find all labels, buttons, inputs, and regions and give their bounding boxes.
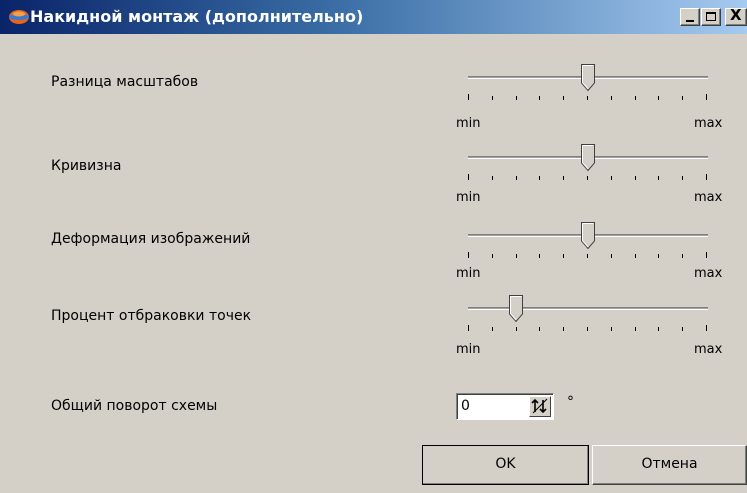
slider-tick [587,176,588,180]
slider-tick [634,254,636,258]
slider-track[interactable] [468,307,708,310]
slider-tick [539,254,541,258]
degree-unit: ° [567,394,574,410]
slider-tick [634,176,636,180]
minimize-button[interactable] [680,8,700,26]
slider-tick [515,96,517,100]
close-button[interactable]: X [725,8,747,26]
window-title: Накидной монтаж (дополнительно) [30,7,364,26]
slider-tick [491,254,493,258]
curvature-max: max [694,190,723,205]
slider-tick [610,327,612,331]
curvature-min: min [456,190,481,205]
point-rejection-max: max [694,342,723,357]
image-deformation-slider[interactable] [468,222,713,268]
image-deformation-max: max [694,266,723,281]
slider-tick [563,96,565,100]
scale-difference-label: Разница масштабов [51,74,199,90]
slider-tick [539,176,541,180]
slider-tick [658,96,660,100]
slider-tick [468,174,469,180]
slider-tick [468,325,469,331]
slider-tick [658,176,660,180]
slider-tick [682,327,684,331]
scale-difference-max: max [694,116,723,131]
slider-thumb[interactable] [509,295,523,323]
slider-tick [658,254,660,258]
slider-tick [682,254,684,258]
slider-thumb[interactable] [581,64,595,92]
slider-tick [587,96,588,100]
mosaic-app-icon [9,10,29,24]
slider-tick [563,176,565,180]
curvature-label: Кривизна [51,158,122,174]
slider-tick [610,176,612,180]
slider-tick [634,96,636,100]
slider-tick [706,252,707,258]
slider-tick [515,254,517,258]
slider-tick [610,254,612,258]
point-rejection-slider[interactable] [468,295,713,341]
slider-tick [706,94,707,100]
slider-tick [468,94,469,100]
rotation-spinbox[interactable]: 0 [456,393,554,420]
minimize-icon [686,20,694,22]
image-deformation-label: Деформация изображений [51,231,251,247]
slider-tick [563,254,565,258]
slider-tick [634,327,636,331]
slider-tick [706,174,707,180]
slider-tick [515,176,517,180]
spin-arrows-icon [531,398,548,414]
rotation-label: Общий поворот схемы [51,398,218,414]
slider-tick [706,325,707,331]
slider-tick [539,96,541,100]
point-rejection-min: min [456,342,481,357]
image-deformation-min: min [456,266,481,281]
ok-button[interactable]: OK [422,445,589,485]
scale-difference-min: min [456,116,481,131]
slider-tick [587,327,588,331]
scale-difference-slider[interactable] [468,64,713,110]
cancel-button[interactable]: Отмена [592,445,747,485]
slider-tick [491,327,493,331]
slider-tick [610,96,612,100]
slider-tick [539,327,541,331]
maximize-icon [706,12,716,21]
maximize-button[interactable] [701,8,721,26]
slider-tick [587,254,588,258]
slider-tick [491,96,493,100]
slider-tick [515,327,517,331]
slider-tick [682,96,684,100]
spin-up-down-button[interactable] [529,396,551,417]
slider-tick [491,176,493,180]
slider-tick [658,327,660,331]
point-rejection-label: Процент отбраковки точек [51,308,252,324]
slider-tick [563,327,565,331]
slider-tick [468,252,469,258]
title-bar[interactable]: Накидной монтаж (дополнительно) X [0,0,747,34]
curvature-slider[interactable] [468,144,713,190]
rotation-value[interactable]: 0 [461,398,470,414]
slider-thumb[interactable] [581,144,595,172]
slider-tick [682,176,684,180]
slider-thumb[interactable] [581,222,595,250]
close-icon: X [730,6,742,24]
